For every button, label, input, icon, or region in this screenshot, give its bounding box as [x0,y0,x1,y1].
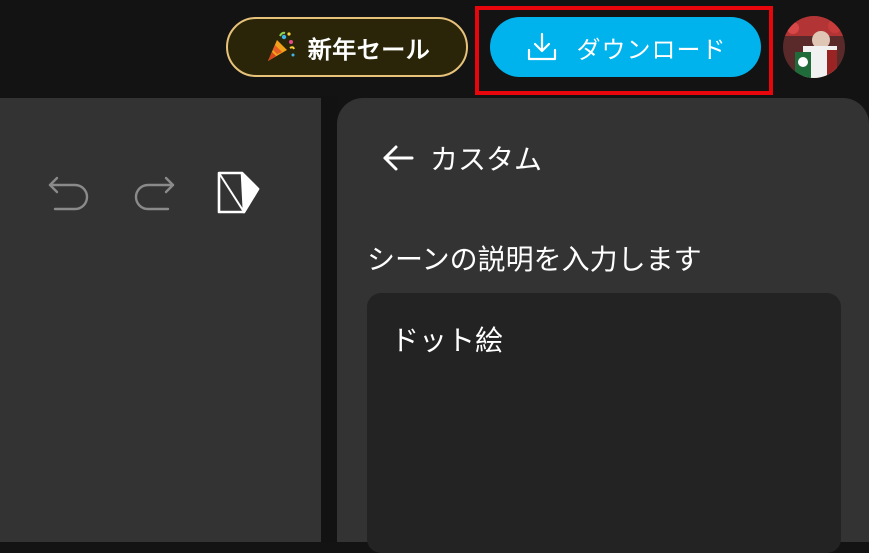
back-label: カスタム [430,143,543,176]
left-panel [0,98,321,542]
download-button-label: ダウンロード [576,35,727,64]
panel-divider[interactable] [321,96,337,542]
scene-description-input[interactable]: ドット絵 [367,293,841,553]
scene-description-value: ドット絵 [391,324,504,357]
sale-button-label: 新年セール [307,35,431,64]
scene-description-label: シーンの説明を入力します [367,243,702,276]
new-year-sale-button[interactable]: 新年セール [226,17,468,77]
user-avatar[interactable] [783,16,845,78]
download-button[interactable]: ダウンロード [490,17,761,77]
back-to-custom-button[interactable]: カスタム [380,136,542,180]
redo-icon[interactable] [130,170,178,218]
download-icon [527,32,556,61]
party-popper-icon [267,31,295,61]
undo-icon[interactable] [45,170,93,218]
avatar-image [783,16,845,78]
page-corner-icon[interactable] [214,168,262,216]
back-arrow-icon [383,145,414,171]
